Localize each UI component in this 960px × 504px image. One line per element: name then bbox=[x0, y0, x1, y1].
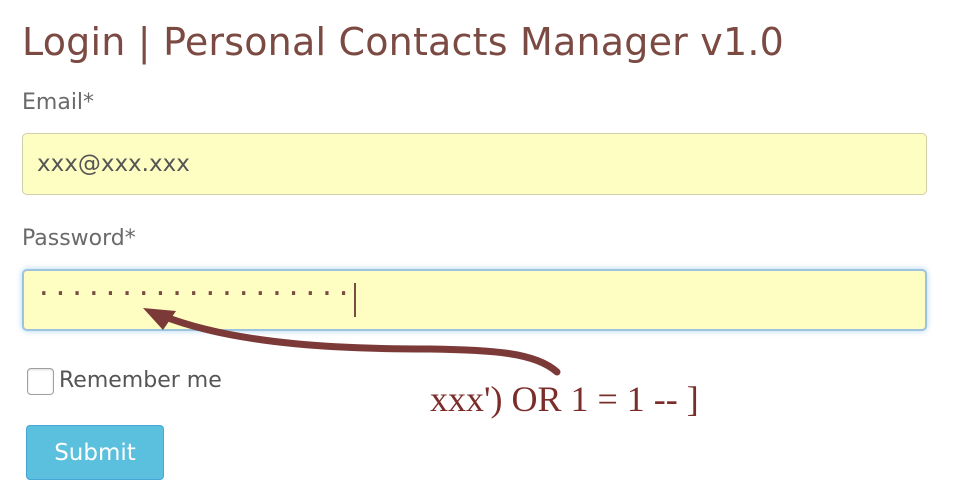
login-page: Login | Personal Contacts Manager v1.0 E… bbox=[0, 0, 960, 504]
page-title: Login | Personal Contacts Manager v1.0 bbox=[22, 20, 784, 64]
remember-checkbox-icon[interactable] bbox=[27, 367, 54, 395]
submit-button[interactable]: Submit bbox=[26, 425, 164, 480]
text-caret bbox=[354, 283, 357, 317]
password-field[interactable]: ··················· bbox=[22, 269, 927, 331]
password-masked-value: ··················· bbox=[36, 279, 353, 309]
password-label: Password* bbox=[22, 226, 136, 251]
remember-me-label: Remember me bbox=[59, 368, 222, 393]
sql-injection-annotation: xxx') OR 1 = 1 -- ] bbox=[430, 379, 699, 419]
remember-me-option[interactable]: Remember me bbox=[27, 366, 222, 396]
email-label: Email* bbox=[22, 90, 95, 115]
email-field[interactable] bbox=[22, 133, 927, 195]
